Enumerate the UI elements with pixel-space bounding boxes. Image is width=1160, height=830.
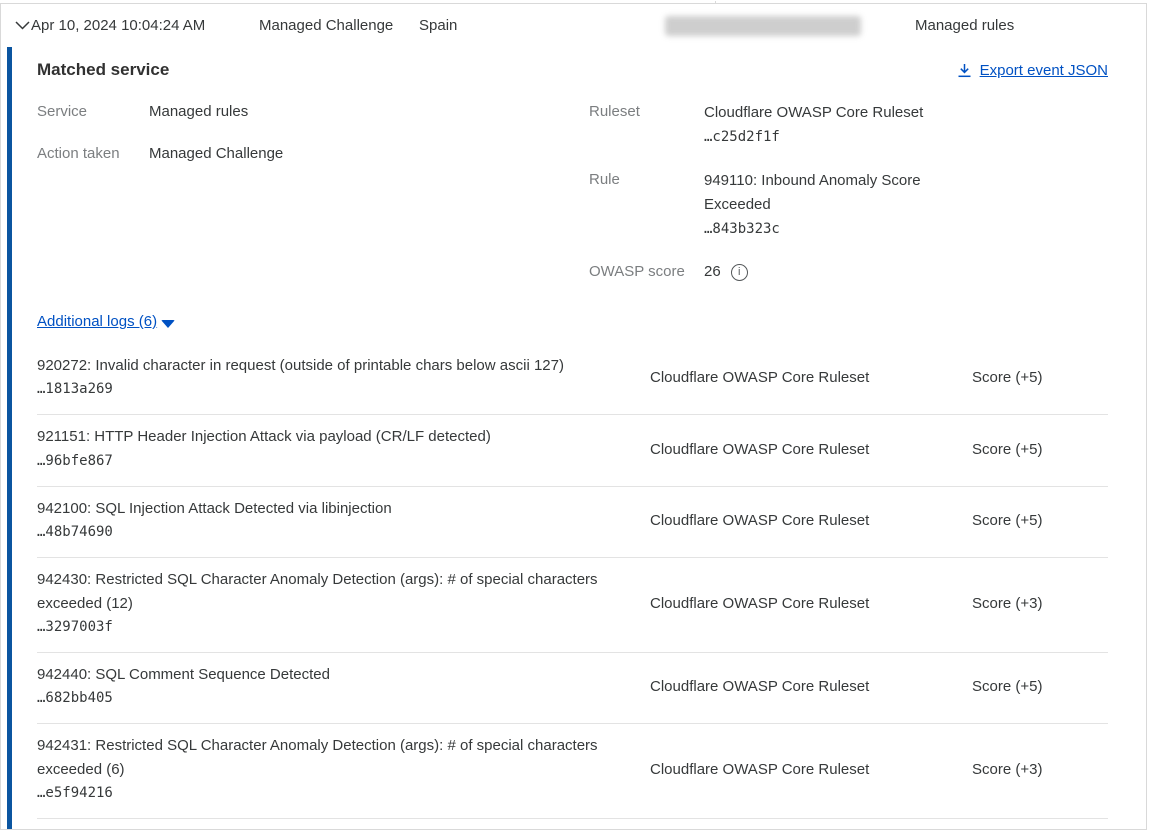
log-row: 920272: Invalid character in request (ou… <box>37 344 1108 414</box>
log-rule-description: 921151: HTTP Header Injection Attack via… <box>37 428 491 445</box>
ruleset-hash: …c25d2f1f <box>704 129 780 145</box>
log-ruleset: Cloudflare OWASP Core Ruleset <box>650 441 972 458</box>
log-score: Score (+3) <box>972 595 1108 612</box>
matched-service-title: Matched service <box>37 59 169 81</box>
log-score: Score (+3) <box>972 761 1108 778</box>
action-taken-field: Action taken Managed Challenge <box>37 143 589 165</box>
log-rule-description: 920272: Invalid character in request (ou… <box>37 357 564 374</box>
log-ruleset: Cloudflare OWASP Core Ruleset <box>650 369 972 386</box>
export-event-json-link[interactable]: Export event JSON <box>957 62 1108 79</box>
log-ruleset: Cloudflare OWASP Core Ruleset <box>650 761 972 778</box>
log-row: 942430: Restricted SQL Character Anomaly… <box>37 557 1108 652</box>
log-score: Score (+5) <box>972 512 1108 529</box>
log-rule-description: 942431: Restricted SQL Character Anomaly… <box>37 737 598 777</box>
log-row: 942440: SQL Comment Sequence Detected …6… <box>37 652 1108 723</box>
action-taken-value: Managed Challenge <box>149 143 283 165</box>
ruleset-value: Cloudflare OWASP Core Ruleset <box>704 104 923 121</box>
log-rule-hash: …48b74690 <box>37 524 113 540</box>
firewall-event-panel: Apr 10, 2024 10:04:24 AM Managed Challen… <box>0 3 1147 830</box>
log-rule-hash: …682bb405 <box>37 690 113 706</box>
rule-hash: …843b323c <box>704 221 780 237</box>
additional-logs-link[interactable]: Additional logs (6) <box>37 311 157 333</box>
log-ruleset: Cloudflare OWASP Core Ruleset <box>650 512 972 529</box>
event-action: Managed Challenge <box>259 17 419 34</box>
action-taken-label: Action taken <box>37 143 149 165</box>
log-rule-description: 942430: Restricted SQL Character Anomaly… <box>37 571 598 611</box>
owasp-score-value: 26 <box>704 261 721 283</box>
service-label: Service <box>37 101 149 123</box>
rule-label: Rule <box>589 169 704 241</box>
log-rule-description: 942440: SQL Comment Sequence Detected <box>37 666 330 683</box>
export-event-json-label: Export event JSON <box>980 62 1108 79</box>
caret-down-icon[interactable] <box>161 320 175 328</box>
additional-logs-table: 920272: Invalid character in request (ou… <box>37 344 1108 819</box>
table-column-divider <box>715 1 716 4</box>
log-ruleset: Cloudflare OWASP Core Ruleset <box>650 595 972 612</box>
rule-value: 949110: Inbound Anomaly Score Exceeded <box>704 172 921 213</box>
matched-service-details: Service Managed rules Action taken Manag… <box>37 101 1108 283</box>
log-score: Score (+5) <box>972 441 1108 458</box>
download-icon <box>957 63 972 78</box>
event-summary-row[interactable]: Apr 10, 2024 10:04:24 AM Managed Challen… <box>1 4 1146 47</box>
service-field: Service Managed rules <box>37 101 589 123</box>
log-rule-hash: …e5f94216 <box>37 785 113 801</box>
rule-field: Rule 949110: Inbound Anomaly Score Excee… <box>589 169 1108 241</box>
log-score: Score (+5) <box>972 678 1108 695</box>
log-row: 921151: HTTP Header Injection Attack via… <box>37 414 1108 485</box>
log-row: 942100: SQL Injection Attack Detected vi… <box>37 486 1108 557</box>
log-rule-hash: …3297003f <box>37 619 113 635</box>
log-rule-description: 942100: SQL Injection Attack Detected vi… <box>37 500 392 517</box>
ruleset-field: Ruleset Cloudflare OWASP Core Ruleset …c… <box>589 101 1108 149</box>
log-rule-hash: …96bfe867 <box>37 453 113 469</box>
service-value: Managed rules <box>149 101 248 123</box>
log-rule-hash: …1813a269 <box>37 381 113 397</box>
log-ruleset: Cloudflare OWASP Core Ruleset <box>650 678 972 695</box>
log-score: Score (+5) <box>972 369 1108 386</box>
collapse-row-button[interactable] <box>1 21 31 30</box>
owasp-score-label: OWASP score <box>589 261 704 283</box>
event-country: Spain <box>419 17 665 34</box>
event-timestamp: Apr 10, 2024 10:04:24 AM <box>31 17 259 34</box>
ruleset-label: Ruleset <box>589 101 704 149</box>
log-row: 942431: Restricted SQL Character Anomaly… <box>37 723 1108 818</box>
info-icon[interactable]: i <box>731 264 748 281</box>
event-detail-section: Matched service Export event JSON Servic… <box>1 47 1146 829</box>
chevron-down-icon <box>15 21 30 30</box>
owasp-score-field: OWASP score 26 i <box>589 261 1108 283</box>
event-service: Managed rules <box>915 17 1014 34</box>
selected-row-accent-bar <box>7 47 12 829</box>
redacted-value <box>665 16 861 36</box>
